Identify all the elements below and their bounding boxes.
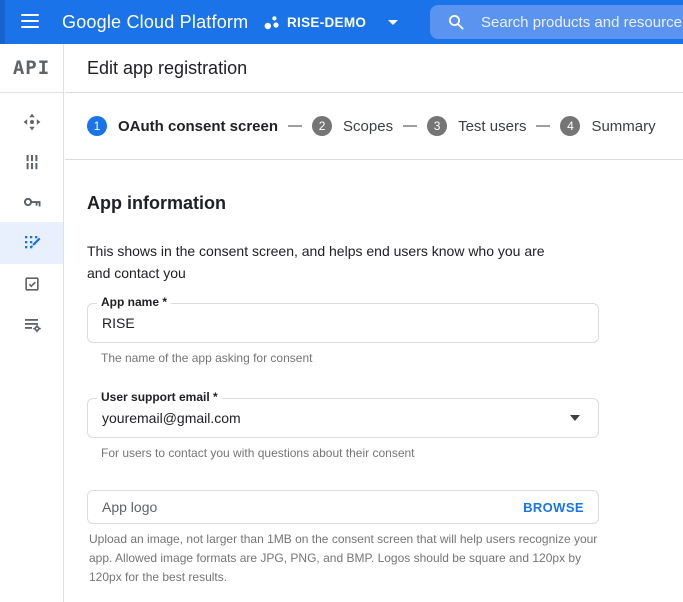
step-label: OAuth consent screen: [118, 118, 278, 135]
search-input[interactable]: Search products and resource: [430, 5, 683, 39]
sidebar-item-page-usage-agreements[interactable]: [0, 304, 63, 344]
list-gear-icon: [22, 314, 42, 334]
browse-button[interactable]: BROWSE: [523, 500, 584, 515]
step-test-users[interactable]: 3 Test users: [427, 116, 526, 136]
app-logo-placeholder: App logo: [102, 499, 523, 515]
left-sidebar: API: [0, 44, 64, 602]
top-app-bar: Google Cloud Platform RISE-DEMO Search p…: [0, 0, 683, 44]
wizard-stepper: 1 OAuth consent screen 2 Scopes 3 Test u…: [65, 93, 683, 160]
sidebar-item-credentials[interactable]: [0, 182, 63, 222]
step-number: 1: [87, 116, 107, 136]
api-logo: API: [0, 44, 63, 93]
app-logo-helper: Upload an image, not larger than 1MB on …: [89, 530, 601, 587]
support-email-field: youremail@gmail.com User support email *: [87, 398, 599, 438]
section-description: This shows in the consent screen, and he…: [87, 240, 549, 284]
app-name-label: App name *: [97, 295, 171, 310]
form-content: App information This shows in the consen…: [65, 193, 683, 587]
search-placeholder: Search products and resource: [481, 14, 682, 31]
support-email-label: User support email *: [97, 390, 222, 405]
menu-hamburger-icon[interactable]: [21, 14, 41, 30]
page-header: Edit app registration: [65, 44, 683, 93]
support-email-helper: For users to contact you with questions …: [101, 444, 683, 463]
key-icon: [22, 192, 42, 212]
step-label: Test users: [458, 118, 526, 135]
sidebar-item-oauth-consent-screen[interactable]: [0, 222, 63, 264]
step-number: 2: [312, 116, 332, 136]
step-label: Summary: [591, 118, 655, 135]
support-email-value: youremail@gmail.com: [102, 410, 570, 426]
sidebar-item-dashboard[interactable]: [0, 102, 63, 142]
app-name-helper: The name of the app asking for consent: [101, 349, 683, 368]
product-logo[interactable]: Google Cloud Platform: [62, 0, 248, 44]
sidebar-nav: [0, 93, 63, 344]
app-logo-upload[interactable]: App logo BROWSE: [87, 490, 599, 524]
library-icon: [22, 152, 42, 172]
checkbox-icon: [23, 275, 41, 293]
project-name: RISE-DEMO: [287, 15, 366, 30]
dropdown-caret-icon: [570, 415, 580, 421]
project-switcher[interactable]: RISE-DEMO: [263, 0, 398, 44]
dashboard-icon: [22, 112, 42, 132]
step-connector: [403, 125, 417, 127]
consent-grid-pencil-icon: [22, 233, 42, 253]
sidebar-item-domain-verification[interactable]: [0, 264, 63, 304]
sidebar-item-library[interactable]: [0, 142, 63, 182]
search-icon: [448, 14, 464, 30]
step-oauth-consent-screen[interactable]: 1 OAuth consent screen: [87, 116, 278, 136]
section-title: App information: [87, 193, 683, 214]
step-connector: [536, 125, 550, 127]
page-title: Edit app registration: [87, 58, 247, 79]
step-number: 3: [427, 116, 447, 136]
main-content: Edit app registration 1 OAuth consent sc…: [65, 44, 683, 602]
topbar-edge-strip: [0, 0, 5, 44]
chevron-down-icon: [388, 20, 398, 25]
app-logo-field: App logo BROWSE: [87, 490, 599, 524]
step-scopes[interactable]: 2 Scopes: [312, 116, 393, 136]
project-icon: [263, 14, 280, 31]
app-name-field: App name *: [87, 303, 599, 343]
step-summary[interactable]: 4 Summary: [560, 116, 655, 136]
step-connector: [288, 125, 302, 127]
step-label: Scopes: [343, 118, 393, 135]
step-number: 4: [560, 116, 580, 136]
